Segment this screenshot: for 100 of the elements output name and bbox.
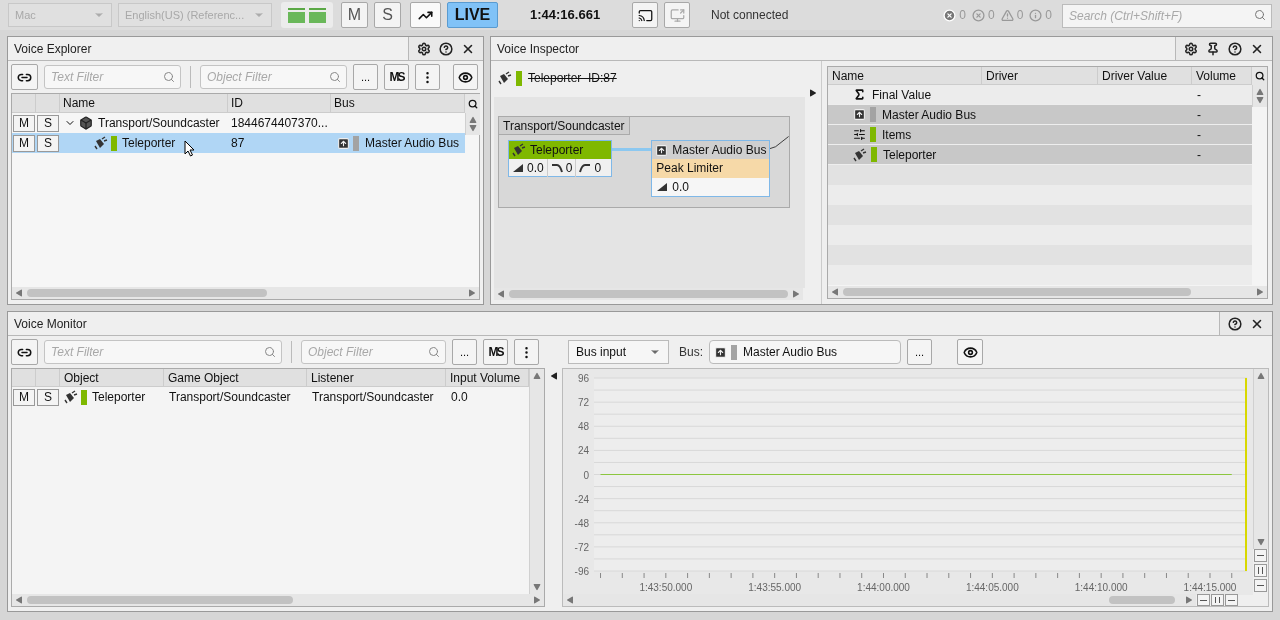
mute-solo-button[interactable]: MS [384, 64, 409, 90]
settings-icon[interactable] [417, 41, 431, 56]
layout-button[interactable] [281, 2, 333, 28]
info-icon[interactable] [1029, 8, 1043, 22]
mode-dropdown[interactable]: Bus input [568, 340, 669, 364]
y-tick-label: -48 [574, 517, 589, 529]
warning-icon[interactable] [1000, 8, 1014, 22]
link-button[interactable] [11, 64, 38, 90]
help-icon[interactable] [1228, 41, 1242, 56]
horizontal-scrollbar[interactable] [12, 594, 545, 606]
column-header[interactable]: ID [228, 94, 331, 112]
bus-name: Master Audio Bus [365, 135, 460, 152]
solo-button[interactable]: S [37, 388, 59, 406]
search-icon[interactable] [1254, 71, 1265, 81]
inspector-row[interactable]: Final Value - [828, 85, 1252, 105]
mute-button[interactable]: M [13, 388, 35, 406]
scroll-right-icon[interactable] [1185, 596, 1193, 604]
remote-button[interactable] [664, 2, 690, 28]
column-header[interactable]: Driver Value [1098, 67, 1192, 84]
zoom-reset-button[interactable] [1211, 594, 1224, 606]
solo-all-button[interactable]: S [374, 2, 401, 28]
visibility-button[interactable] [957, 339, 983, 365]
voice-row[interactable]: M S Teleporter Transport/Soundcaster Transport/Soundcaster 0.0 [12, 387, 530, 407]
scroll-up-icon[interactable] [1257, 372, 1265, 380]
zoom-out-button[interactable] [1225, 594, 1238, 606]
scroll-left-icon[interactable] [15, 596, 23, 604]
sigma-icon [853, 88, 866, 101]
scroll-right-icon[interactable] [1256, 288, 1264, 296]
options-button[interactable] [415, 64, 440, 90]
column-header[interactable]: Name [60, 94, 228, 112]
vertical-scrollbar[interactable] [465, 113, 481, 135]
mute-all-button[interactable]: M [341, 2, 368, 28]
object-filter-field[interactable]: Object Filter [301, 340, 446, 364]
object-filter-field[interactable]: Object Filter [200, 65, 347, 89]
vertical-scrollbar[interactable] [1253, 369, 1268, 549]
panel-title: Voice Explorer [13, 40, 93, 58]
horizontal-scrollbar[interactable] [494, 288, 803, 300]
inspector-row[interactable]: Master Audio Bus - [828, 105, 1252, 125]
scroll-left-icon[interactable] [15, 289, 23, 297]
scroll-down-icon[interactable] [533, 583, 542, 591]
vertical-scrollbar[interactable] [1252, 85, 1267, 107]
mute-solo-button[interactable]: MS [483, 339, 508, 365]
bus-field[interactable]: Master Audio Bus [709, 340, 901, 364]
settings-icon[interactable] [1184, 41, 1198, 56]
connector-line [770, 136, 789, 150]
more-button[interactable]: ... [907, 339, 932, 365]
scroll-left-icon[interactable] [497, 290, 505, 298]
options-button[interactable] [514, 339, 539, 365]
row-name: Master Audio Bus [882, 106, 977, 124]
column-header[interactable]: Object [60, 369, 164, 386]
inspector-row[interactable]: Teleporter - [828, 145, 1252, 165]
scroll-left-icon[interactable] [831, 288, 839, 296]
graph-button[interactable] [410, 2, 441, 28]
x-tick-label: 1:44:15.000 [1183, 582, 1237, 593]
column-header[interactable]: Game Object [164, 369, 307, 386]
error-icon[interactable] [971, 8, 985, 22]
connection-status: Not connected [711, 7, 789, 24]
collapse-arrow-icon[interactable] [549, 372, 558, 380]
column-header[interactable]: Driver [982, 67, 1098, 84]
scroll-right-icon[interactable] [533, 596, 542, 604]
zoom-out-button[interactable] [1254, 579, 1267, 592]
inspector-row[interactable]: Items - [828, 125, 1252, 145]
collapse-arrow-icon[interactable] [809, 89, 817, 97]
horizontal-scrollbar[interactable] [12, 287, 479, 299]
mute-button[interactable]: M [13, 134, 35, 152]
search-field[interactable]: Search (Ctrl+Shift+F) [1062, 4, 1272, 28]
vertical-scrollbar[interactable] [529, 369, 545, 594]
scroll-down-icon[interactable] [1257, 538, 1265, 546]
volume-icon [656, 182, 669, 192]
scroll-down-icon[interactable] [469, 124, 478, 132]
scroll-right-icon[interactable] [468, 289, 476, 297]
solo-button[interactable]: S [37, 114, 59, 132]
horizontal-scrollbar[interactable] [828, 286, 1267, 298]
scroll-up-icon[interactable] [1256, 88, 1264, 96]
node-value: 0.0 [527, 159, 544, 177]
help-icon[interactable] [439, 41, 453, 56]
more-button[interactable]: ... [452, 339, 477, 365]
more-button[interactable]: ... [353, 64, 378, 90]
search-icon[interactable] [467, 98, 478, 109]
scroll-right-icon[interactable] [792, 290, 800, 298]
column-header[interactable]: Listener [307, 369, 446, 386]
mute-button[interactable]: M [13, 114, 35, 132]
text-filter-field[interactable]: Text Filter [44, 340, 282, 364]
scroll-up-icon[interactable] [533, 372, 542, 380]
horizontal-scrollbar[interactable] [563, 594, 1196, 606]
tree-row[interactable]: M S Transport/Soundcaster 1844674407370... [12, 113, 466, 133]
help-icon[interactable] [1228, 316, 1242, 331]
link-button[interactable] [11, 339, 38, 365]
scroll-up-icon[interactable] [469, 116, 478, 124]
live-button[interactable]: LIVE [447, 2, 498, 28]
column-header[interactable]: Name [828, 67, 982, 84]
zoom-reset-button[interactable] [1254, 564, 1267, 577]
solo-button[interactable]: S [37, 134, 59, 152]
scroll-left-icon[interactable] [566, 596, 574, 604]
connect-button[interactable] [632, 2, 658, 28]
text-filter-field[interactable]: Text Filter [44, 65, 181, 89]
scroll-down-icon[interactable] [1256, 96, 1264, 104]
sound-icon [498, 71, 512, 85]
pin-icon[interactable] [1206, 41, 1220, 56]
visibility-button[interactable] [453, 64, 478, 90]
